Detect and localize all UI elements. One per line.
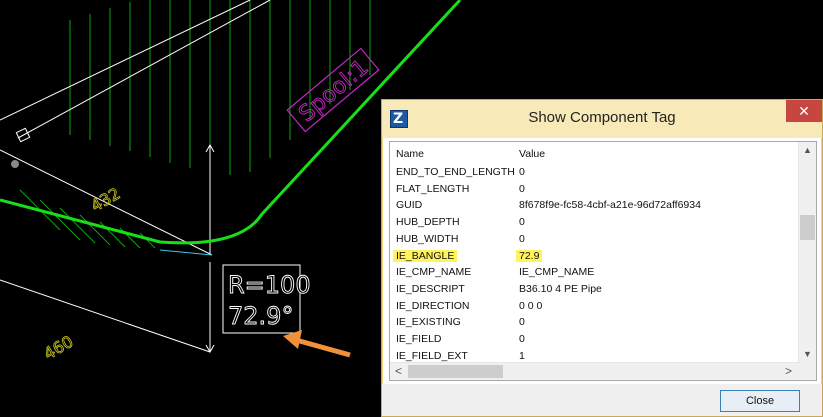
scroll-left-icon[interactable]: < bbox=[395, 364, 402, 378]
dialog-titlebar[interactable]: Z Show Component Tag ✕ bbox=[382, 100, 822, 138]
table-row[interactable]: HUB_DEPTH 0 bbox=[390, 214, 800, 231]
property-name: IE_FIELD bbox=[396, 333, 442, 345]
table-row[interactable]: IE_FIELD 0 bbox=[390, 331, 800, 348]
column-header-value[interactable]: Value bbox=[519, 148, 545, 160]
property-value: 1 bbox=[519, 349, 525, 362]
vertical-scrollbar[interactable]: ▲ ▼ bbox=[798, 142, 816, 365]
close-icon[interactable]: ✕ bbox=[786, 100, 822, 122]
tag-property-list[interactable]: Name Value END_TO_END_LENGTH 0 FLAT_LENGTH… bbox=[389, 141, 817, 381]
table-row[interactable]: END_TO_END_LENGTH 0 bbox=[390, 164, 800, 181]
property-name: IE_FIELD_EXT bbox=[396, 349, 468, 362]
property-value: 0 bbox=[519, 333, 525, 345]
property-value: 0 bbox=[519, 216, 525, 229]
table-row[interactable]: GUID 8f678f9e-fc58-4cbf-a21e-96d72aff6934 bbox=[390, 197, 800, 214]
property-name: GUID bbox=[396, 199, 423, 212]
property-name: IE_CMP_NAME bbox=[396, 266, 472, 279]
radius-callout-line2: 72.9° bbox=[228, 302, 293, 330]
grip-point[interactable] bbox=[11, 160, 19, 168]
list-header: Name Value bbox=[390, 146, 800, 163]
show-component-tag-dialog: Z Show Component Tag ✕ Name Value END_TO… bbox=[381, 99, 823, 417]
scroll-right-icon[interactable]: > bbox=[785, 364, 792, 378]
table-row[interactable]: IE_BANGLE 72.9 bbox=[390, 248, 800, 265]
property-name: FLAT_LENGTH bbox=[396, 182, 470, 195]
property-value: 0 bbox=[519, 182, 525, 195]
vertical-scroll-thumb[interactable] bbox=[800, 215, 815, 240]
property-value: IE_CMP_NAME bbox=[519, 266, 595, 279]
property-name: IE_BANGLE bbox=[393, 249, 458, 262]
property-value: 0 bbox=[519, 232, 525, 245]
property-name: IE_EXISTING bbox=[396, 316, 461, 329]
scrollbar-corner bbox=[799, 363, 816, 380]
horizontal-scrollbar[interactable]: < > bbox=[390, 362, 800, 380]
table-row[interactable]: HUB_WIDTH 0 bbox=[390, 231, 800, 248]
dialog-title: Show Component Tag bbox=[528, 109, 676, 126]
property-value: B36.10 4 PE Pipe bbox=[519, 282, 602, 295]
table-row[interactable]: IE_DIRECTION 0 0 0 bbox=[390, 298, 800, 315]
table-row[interactable]: IE_EXISTING 0 bbox=[390, 314, 800, 331]
property-name: IE_DIRECTION bbox=[396, 299, 470, 312]
property-name: END_TO_END_LENGTH bbox=[396, 166, 515, 178]
property-value: 72.9 bbox=[516, 249, 543, 262]
table-row[interactable]: IE_CMP_NAME IE_CMP_NAME bbox=[390, 264, 800, 281]
property-name: IE_DESCRIPT bbox=[396, 282, 465, 295]
property-value: 0 bbox=[519, 316, 525, 329]
close-button[interactable]: Close bbox=[720, 390, 800, 412]
property-value: 0 bbox=[519, 166, 525, 178]
table-row[interactable]: FLAT_LENGTH 0 bbox=[390, 181, 800, 198]
scroll-down-icon[interactable]: ▼ bbox=[803, 349, 812, 359]
radius-callout-line1: R=100 bbox=[228, 271, 311, 299]
property-value: 8f678f9e-fc58-4cbf-a21e-96d72aff6934 bbox=[519, 199, 701, 212]
horizontal-scroll-thumb[interactable] bbox=[408, 365, 503, 378]
table-row[interactable]: IE_DESCRIPT B36.10 4 PE Pipe bbox=[390, 281, 800, 298]
property-name: HUB_WIDTH bbox=[396, 232, 459, 245]
property-name: HUB_DEPTH bbox=[396, 216, 460, 229]
scroll-up-icon[interactable]: ▲ bbox=[803, 145, 812, 155]
column-header-name[interactable]: Name bbox=[396, 148, 424, 160]
property-value: 0 0 0 bbox=[519, 299, 543, 312]
